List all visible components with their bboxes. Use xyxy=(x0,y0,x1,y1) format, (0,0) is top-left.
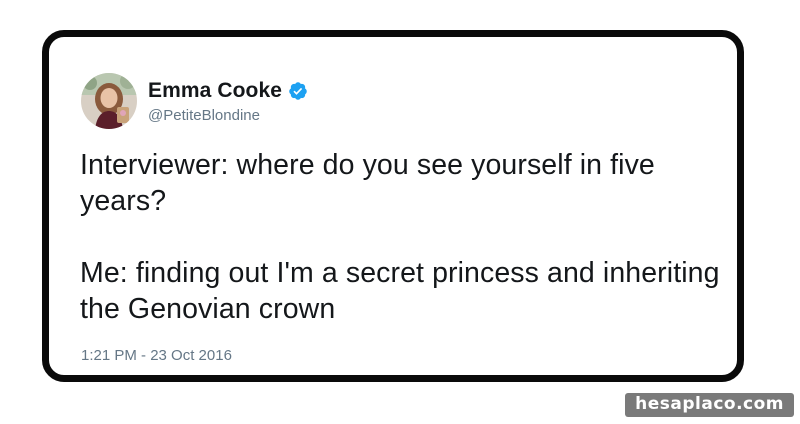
avatar-photo xyxy=(81,73,137,129)
tweet-paragraph: Interviewer: where do you see yourself i… xyxy=(80,149,655,217)
tweet-timestamp[interactable]: 1:21 PM - 23 Oct 2016 xyxy=(81,347,232,364)
avatar[interactable] xyxy=(81,73,137,129)
tweet-card: Emma Cooke @PetiteBlondine Interviewer: … xyxy=(42,30,744,382)
name-row: Emma Cooke xyxy=(148,79,308,103)
user-identity: Emma Cooke @PetiteBlondine xyxy=(148,79,308,124)
tweet-paragraph: Me: finding out I'm a secret princess an… xyxy=(80,257,720,325)
tweet-header: Emma Cooke @PetiteBlondine xyxy=(81,73,308,129)
display-name[interactable]: Emma Cooke xyxy=(148,79,282,103)
screenshot-canvas: Emma Cooke @PetiteBlondine Interviewer: … xyxy=(0,0,800,424)
user-handle[interactable]: @PetiteBlondine xyxy=(148,107,308,124)
tweet-text: Interviewer: where do you see yourself i… xyxy=(80,147,720,327)
verified-badge-icon xyxy=(288,81,308,101)
watermark: hesaplaco.com xyxy=(625,393,794,417)
